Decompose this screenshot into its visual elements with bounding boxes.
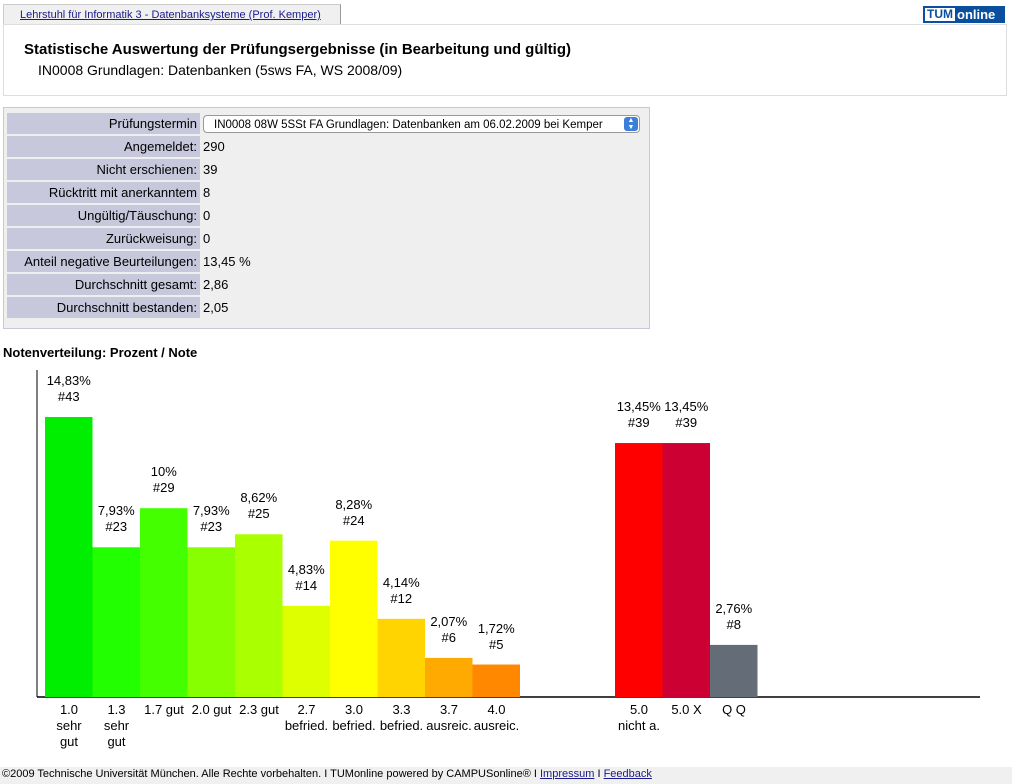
percent-label: 7,93% — [97, 503, 135, 519]
bar — [187, 547, 235, 697]
count-label: #29 — [152, 480, 175, 496]
category-label: 1.7 gut — [144, 702, 184, 717]
category-label: Q Q — [722, 702, 746, 717]
percent-label: 8,28% — [335, 496, 373, 512]
percent-label: 10% — [150, 464, 177, 480]
data-label: 1,72% #5 — [466, 621, 526, 653]
percent-label: 13,45% — [664, 399, 709, 415]
data-label: 4,83% #14 — [276, 562, 336, 594]
data-label: 4,14% #12 — [371, 575, 431, 607]
bar — [45, 417, 93, 697]
footer: ©2009 Technische Universität München. Al… — [0, 767, 1012, 784]
feedback-link[interactable]: Feedback — [604, 768, 652, 780]
category-label: 5.0 nicht a. — [618, 702, 660, 733]
category-label: 2.0 gut — [191, 702, 232, 717]
count-label: #12 — [390, 590, 413, 606]
bar — [140, 508, 188, 697]
category-label: 5.0 X — [671, 702, 702, 717]
data-label: 13,45% #39 — [656, 399, 716, 431]
data-label: 14,83% #43 — [39, 373, 99, 405]
bar — [330, 540, 378, 697]
category-label: 2.7 befried. — [284, 702, 329, 733]
percent-label: 1,72% — [477, 620, 515, 636]
bar — [425, 657, 473, 697]
category-label: 1.0 sehr gut — [56, 702, 82, 749]
data-label: 8,62% #25 — [229, 490, 289, 522]
bar — [615, 443, 663, 697]
percent-label: 4,83% — [287, 561, 325, 577]
count-label: #24 — [342, 512, 365, 528]
count-label: #8 — [726, 616, 741, 632]
percent-label: 14,83% — [46, 373, 91, 388]
count-label: #39 — [675, 415, 698, 431]
impressum-link[interactable]: Impressum — [540, 768, 594, 780]
category-label: 2.3 gut — [239, 702, 279, 717]
data-label: 10% #29 — [134, 464, 194, 496]
category-label: 3.3 befried. — [379, 702, 424, 733]
count-label: #25 — [247, 506, 270, 522]
data-label: 8,28% #24 — [324, 497, 384, 529]
data-label: 2,76% #8 — [704, 601, 764, 633]
category-label: 1.3 sehr gut — [103, 702, 130, 749]
percent-label: 8,62% — [240, 490, 278, 506]
bar — [662, 443, 710, 697]
bar — [235, 534, 283, 697]
bar — [472, 664, 520, 697]
bar — [710, 644, 758, 697]
count-label: #5 — [489, 636, 504, 652]
count-label: #14 — [295, 577, 318, 593]
count-label: #23 — [105, 519, 128, 535]
category-label: 3.7 ausreic. — [426, 702, 472, 733]
category-label: 3.0 befried. — [332, 702, 376, 733]
category-label: 4.0 ausreic. — [473, 702, 520, 733]
bar-chart — [36, 370, 980, 698]
percent-label: 2,76% — [715, 600, 753, 616]
bar — [92, 547, 140, 697]
bar — [282, 605, 330, 697]
data-label: 7,93% #23 — [86, 503, 146, 535]
count-label: #43 — [57, 389, 80, 404]
percent-label: 4,14% — [382, 574, 420, 590]
